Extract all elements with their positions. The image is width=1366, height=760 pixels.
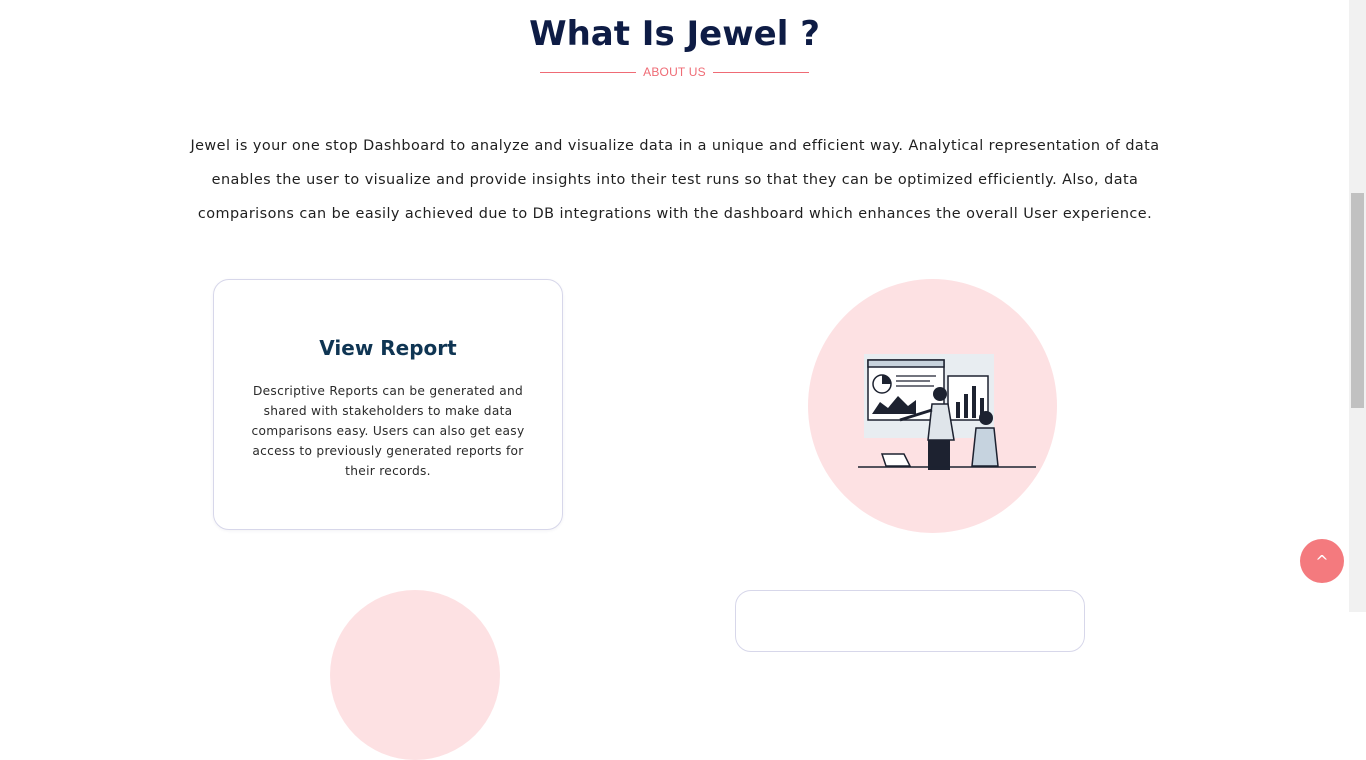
presentation-illustration	[858, 354, 1036, 470]
feature-card-title: View Report	[319, 336, 457, 360]
divider-left	[540, 71, 636, 73]
illustration-presenter-head	[933, 387, 947, 401]
page: What Is Jewel ? ABOUT US Jewel is your o…	[0, 0, 1349, 760]
section-subtitle-row: ABOUT US	[540, 64, 809, 80]
illustration-bar	[964, 394, 968, 418]
feature-card-text: Descriptive Reports can be generated and…	[251, 384, 525, 478]
illustration-bar	[972, 386, 976, 418]
illustration-window-bar	[867, 359, 945, 368]
scrollbar-thumb[interactable]	[1351, 193, 1364, 408]
divider-right	[712, 71, 809, 73]
illustration-bar	[956, 402, 960, 418]
section-subtitle: ABOUT US	[643, 65, 706, 79]
section-title: What Is Jewel ?	[529, 14, 820, 54]
next-feature-card	[735, 590, 1085, 652]
intro-paragraph: Jewel is your one stop Dashboard to anal…	[190, 138, 1160, 222]
illustration-listener-body	[971, 427, 999, 467]
scrollbar[interactable]	[1349, 0, 1366, 612]
next-illustration-background	[330, 590, 500, 760]
illustration-laptop	[880, 453, 912, 467]
feature-card: View Report Descriptive Reports can be g…	[213, 279, 563, 530]
illustration-listener-head	[979, 411, 993, 425]
illustration-presenter-legs	[928, 440, 950, 470]
scroll-to-top-button[interactable]: ^	[1300, 539, 1344, 583]
